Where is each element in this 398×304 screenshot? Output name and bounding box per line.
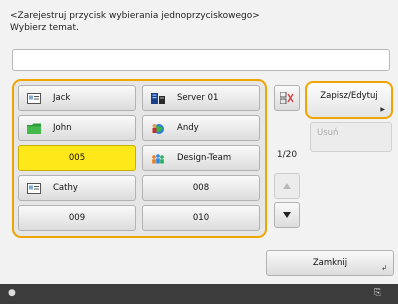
instruction-text: Wybierz temat.: [10, 23, 79, 33]
server-icon: [151, 93, 165, 104]
address-card-icon: [27, 183, 41, 194]
page-title: <Zarejestruj przycisk wybierania jednopr…: [10, 11, 260, 21]
one-touch-key-john[interactable]: John: [18, 115, 136, 141]
key-label: Design-Team: [177, 153, 232, 163]
key-label: 009: [68, 213, 86, 223]
key-label: John: [53, 123, 72, 133]
save-edit-button[interactable]: Zapisz/Edytuj ▶: [305, 81, 393, 119]
close-button[interactable]: Zamknij ↲: [266, 250, 394, 276]
close-label: Zamknij: [312, 258, 348, 268]
header: <Zarejestruj przycisk wybierania jednopr…: [10, 10, 260, 34]
key-label: 008: [192, 183, 210, 193]
folder-icon: [27, 123, 41, 134]
one-touch-key-cathy[interactable]: Cathy: [18, 175, 136, 201]
scroll-up-button[interactable]: [274, 173, 300, 199]
scroll-down-button[interactable]: [274, 202, 300, 228]
key-label: Cathy: [53, 183, 78, 193]
key-label: 005: [68, 153, 86, 163]
one-touch-key-005[interactable]: 005: [18, 145, 136, 171]
status-indicator-icon: ●: [8, 288, 16, 298]
one-touch-key-010[interactable]: 010: [142, 205, 260, 231]
delete-button[interactable]: Usuń: [310, 122, 392, 152]
counter-check-icon[interactable]: ⎘: [374, 288, 381, 298]
key-label: Andy: [177, 123, 199, 133]
delete-label: Usuń: [317, 128, 339, 138]
name-field[interactable]: [12, 49, 390, 71]
key-label: Server 01: [177, 93, 219, 103]
return-arrow-icon: ↲: [381, 264, 387, 272]
page-indicator: 1/20: [276, 150, 298, 160]
key-label: 010: [192, 213, 210, 223]
user-network-icon: [152, 124, 164, 134]
one-touch-key-server-01[interactable]: Server 01: [142, 85, 260, 111]
chevron-right-icon: ▶: [380, 106, 385, 113]
key-label: Jack: [53, 93, 71, 103]
one-touch-key-008[interactable]: 008: [142, 175, 260, 201]
triangle-up-icon: [283, 183, 291, 189]
one-touch-key-009[interactable]: 009: [18, 205, 136, 231]
status-bar: ● ⎘: [0, 284, 398, 304]
address-card-icon: [27, 93, 41, 104]
save-edit-label: Zapisz/Edytuj: [320, 91, 378, 101]
triangle-down-icon: [283, 212, 291, 218]
one-touch-key-design-team[interactable]: Design-Team: [142, 145, 260, 171]
toggle-view-button[interactable]: [274, 85, 300, 111]
group-icon: [152, 154, 164, 164]
one-touch-key-jack[interactable]: Jack: [18, 85, 136, 111]
one-touch-key-andy[interactable]: Andy: [142, 115, 260, 141]
toggle-view-icon: [280, 92, 294, 104]
